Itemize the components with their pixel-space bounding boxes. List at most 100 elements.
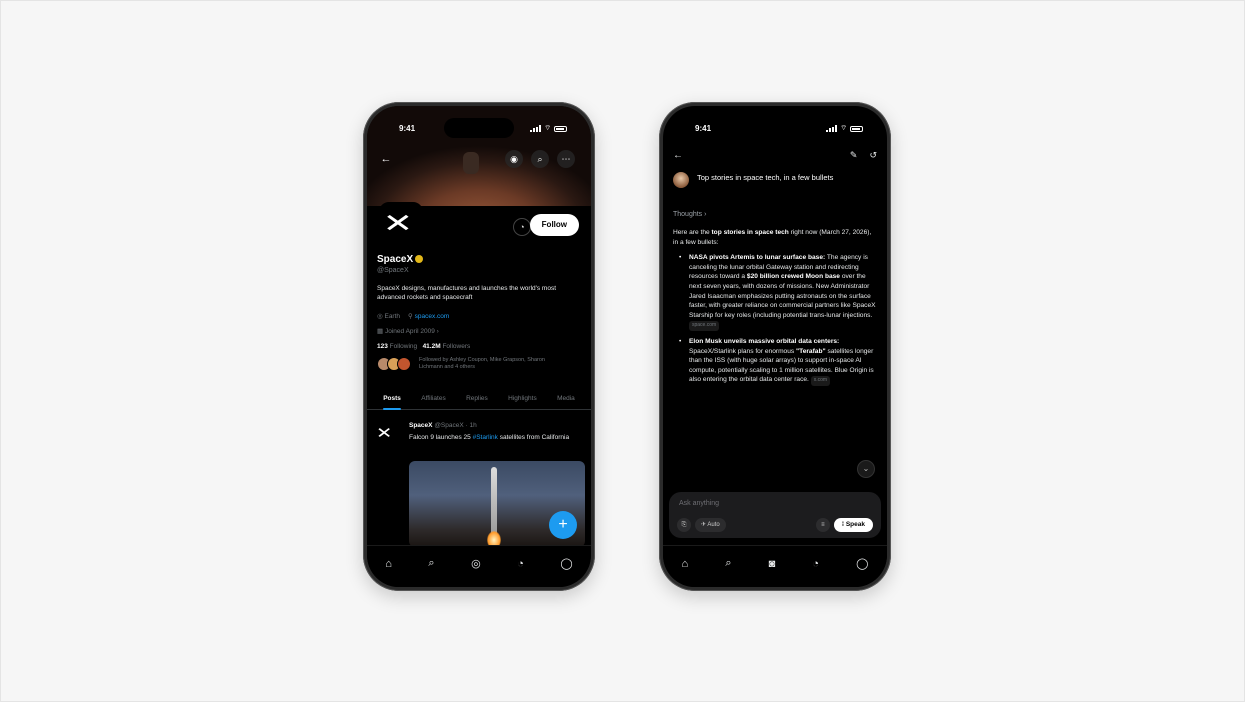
- signal-icon: [826, 125, 838, 132]
- thoughts-toggle[interactable]: Thoughts ›: [673, 211, 706, 218]
- location-item: ◎ Earth: [377, 312, 400, 320]
- grok-icon[interactable]: ◎: [471, 557, 481, 570]
- notifications-icon[interactable]: ◔: [517, 558, 524, 570]
- speak-button[interactable]: ⁞ Speak: [833, 518, 873, 532]
- search-icon[interactable]: ⌕: [428, 557, 434, 570]
- grok-header: ← ✎ ↺: [673, 150, 877, 166]
- followed-by-text: Followed by Ashley Coupon, Mike Grapson,…: [419, 357, 545, 370]
- messages-icon[interactable]: ◯: [560, 557, 572, 570]
- follow-counts[interactable]: 123 Following 41.2M Followers: [377, 343, 470, 350]
- profile-name-text: SpaceX: [377, 254, 414, 265]
- bottom-tab-bar: ⌂ ⌕ ◙ ◔ ◯: [663, 545, 887, 587]
- follow-button[interactable]: Follow: [529, 214, 579, 236]
- following-count: 123: [377, 343, 388, 350]
- intro-bold: top stories in space tech: [711, 229, 789, 236]
- tab-media[interactable]: Media: [557, 390, 575, 409]
- tab-highlights[interactable]: Highlights: [508, 390, 537, 409]
- composer: Ask anything ⎘ ✈ Auto ≡ ⁞ Speak: [669, 492, 881, 538]
- voice-mode-icon[interactable]: ≡: [815, 518, 830, 532]
- home-icon[interactable]: ⌂: [385, 558, 392, 570]
- bullet-bold: $20 billion crewed Moon base: [746, 273, 840, 281]
- follower-avatars: [377, 357, 411, 371]
- model-selector[interactable]: ✈ Auto: [695, 518, 726, 532]
- followers-count: 41.2M: [422, 343, 441, 350]
- wifi-icon: ⌔: [544, 125, 551, 132]
- post-author[interactable]: SpaceX: [409, 422, 433, 429]
- joined-row: ▦ Joined April 2009 ›: [377, 327, 439, 335]
- compose-post-button[interactable]: +: [549, 511, 577, 539]
- post-text-start: Falcon 9 launches 25: [409, 434, 473, 441]
- source-chip[interactable]: space.com: [689, 321, 720, 331]
- home-icon[interactable]: ⌂: [682, 558, 689, 570]
- website-item[interactable]: ⚲ spacex.com: [408, 312, 449, 320]
- status-time: 9:41: [695, 124, 712, 133]
- new-chat-icon[interactable]: ✎: [850, 150, 858, 161]
- website-link[interactable]: spacex.com: [415, 313, 450, 320]
- status-icons: ⌔: [530, 124, 567, 133]
- model-label: Auto: [707, 522, 720, 528]
- avatar: [673, 172, 689, 188]
- waveform-icon: ⁞: [841, 521, 845, 528]
- post-hashtag[interactable]: #Starlink: [473, 434, 498, 441]
- status-bar: 9:41 ⌔: [367, 124, 591, 136]
- search-icon[interactable]: ⌕: [725, 557, 731, 570]
- messages-icon[interactable]: ◯: [856, 557, 868, 570]
- ask-input[interactable]: Ask anything: [679, 500, 719, 507]
- answer-intro: Here are the top stories in space tech r…: [673, 228, 878, 247]
- profile-handle: @SpaceX: [377, 267, 409, 274]
- tab-affiliates[interactable]: Affiliates: [421, 390, 445, 409]
- profile-tabs: Posts Affiliates Replies Highlights Medi…: [367, 390, 591, 410]
- location-text: Earth: [384, 313, 401, 320]
- status-bar: 9:41 ⌔: [663, 124, 887, 136]
- joined-text: Joined April 2009: [384, 328, 435, 335]
- grok-icon[interactable]: ◙: [769, 558, 776, 570]
- post-text-end: satellites from California: [497, 434, 570, 441]
- post-text: Falcon 9 launches 25 #Starlink satellite…: [409, 433, 579, 442]
- back-arrow-icon[interactable]: ←: [673, 150, 683, 161]
- verified-badge-icon: [415, 255, 424, 264]
- composer-controls: ⎘ ✈ Auto ≡ ⁞ Speak: [677, 518, 873, 532]
- grok-screen: 9:41 ⌔ ← ✎ ↺ Top stories in space tech, …: [663, 106, 887, 587]
- battery-icon: [850, 125, 863, 132]
- bullet-title: Elon Musk unveils massive orbital data c…: [689, 337, 840, 345]
- tab-posts[interactable]: Posts: [383, 390, 401, 410]
- location-icon: ◎: [377, 313, 383, 320]
- profile-screen: 9:41 ⌔ ← ◉ ⌕ ⋯ ✕ ◔ ◯ Follow SpaceX @Spac…: [367, 106, 591, 587]
- history-icon[interactable]: ↺: [869, 150, 877, 161]
- bullet-text: SpaceX/Starlink plans for enormous: [689, 347, 797, 355]
- profile-meta-row: ◎ Earth ⚲ spacex.com: [377, 312, 449, 320]
- calendar-icon: ▦: [377, 328, 384, 335]
- intro-pre: Here are the: [673, 229, 712, 236]
- status-time: 9:41: [399, 124, 416, 133]
- profile-name: SpaceX: [377, 254, 424, 265]
- chevron-right-icon[interactable]: ›: [437, 328, 439, 335]
- more-icon[interactable]: ⋯: [557, 150, 575, 168]
- grok-button-icon[interactable]: ◔: [513, 218, 531, 236]
- followed-by-row[interactable]: Followed by Ashley Coupon, Mike Grapson,…: [377, 357, 569, 371]
- post-header: SpaceX @SpaceX · 1h: [409, 422, 477, 429]
- profile-avatar[interactable]: ✕: [379, 202, 423, 246]
- avatar: [397, 357, 411, 371]
- bullet-bold: "Terafab": [796, 347, 826, 355]
- grok-icon[interactable]: ◉: [505, 150, 523, 168]
- rocket-image: [491, 467, 497, 537]
- scroll-down-button[interactable]: ⌄: [857, 460, 875, 478]
- battery-icon: [554, 125, 567, 132]
- signal-icon: [530, 125, 542, 132]
- notifications-icon[interactable]: ◔: [812, 558, 819, 570]
- back-arrow-icon[interactable]: ←: [377, 150, 395, 168]
- post-avatar-x-icon[interactable]: ✕: [376, 424, 402, 444]
- source-chip[interactable]: x.com: [810, 376, 831, 386]
- attach-icon[interactable]: ⎘: [677, 518, 691, 532]
- grok-answer: Here are the top stories in space tech r…: [673, 228, 878, 386]
- tab-replies[interactable]: Replies: [466, 390, 488, 409]
- status-icons: ⌔: [826, 124, 863, 133]
- x-logo-icon: ✕: [382, 208, 414, 238]
- followers-label: Followers: [442, 343, 471, 350]
- post-handle: @SpaceX · 1h: [434, 422, 477, 429]
- canvas: 9:41 ⌔ ← ◉ ⌕ ⋯ ✕ ◔ ◯ Follow SpaceX @Spac…: [0, 0, 1245, 702]
- search-icon[interactable]: ⌕: [531, 150, 549, 168]
- profile-bio: SpaceX designs, manufactures and launche…: [377, 285, 557, 301]
- answer-bullet: Elon Musk unveils massive orbital data c…: [673, 337, 878, 386]
- rocket-mode-icon: ✈: [701, 522, 707, 528]
